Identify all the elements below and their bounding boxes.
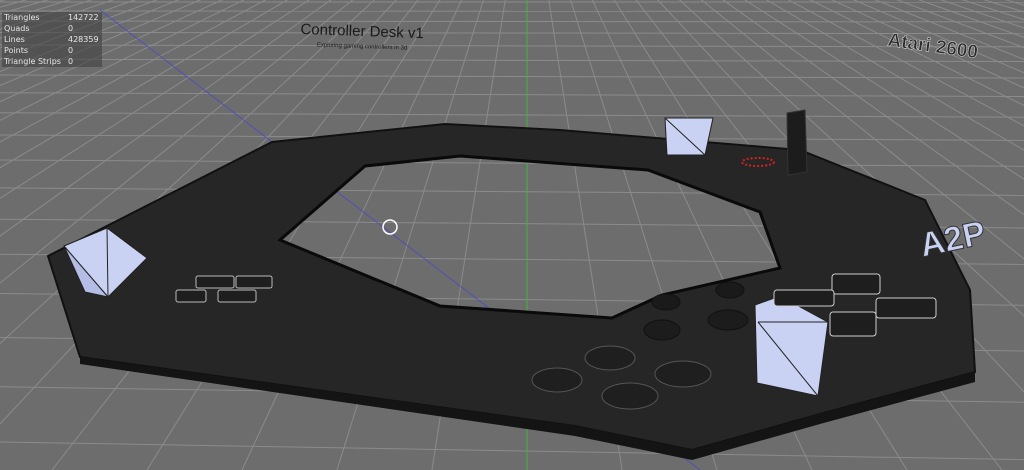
dpad-segment (831, 273, 881, 295)
pillar-body (786, 109, 808, 176)
stat-row: Quads 0 (4, 23, 100, 34)
face-button (601, 382, 659, 410)
stat-label: Triangle Strips (4, 57, 61, 66)
stat-row: Triangle Strips 0 (4, 56, 100, 67)
stat-value: 0 (68, 46, 74, 55)
face-button (584, 345, 636, 371)
stat-value: 0 (68, 57, 74, 66)
stat-row: Lines 428359 (4, 34, 100, 45)
scene-canvas[interactable]: Controller Desk v1 Exploring gaming cont… (0, 0, 1024, 470)
cube-face (664, 117, 714, 156)
dpad-segment (175, 289, 207, 303)
dpad-segment (217, 289, 257, 303)
stat-label: Quads (4, 24, 30, 33)
dpad-segment (773, 289, 835, 307)
stick-cap (715, 281, 745, 299)
face-button (654, 360, 712, 388)
face-button (531, 367, 583, 393)
dpad-segment (195, 275, 235, 289)
cube-back[interactable] (664, 117, 714, 156)
dpad-segment (829, 311, 877, 337)
stick-base (643, 319, 681, 341)
stat-label: Points (4, 46, 29, 55)
joystick-pillar[interactable] (786, 109, 808, 176)
3d-viewport[interactable]: Controller Desk v1 Exploring gaming cont… (0, 0, 1024, 470)
dpad-segment (235, 275, 273, 289)
stat-row: Points 0 (4, 45, 100, 56)
stat-value: 0 (68, 24, 74, 33)
stat-row: Triangles 142722 (4, 12, 100, 23)
stick-cap (651, 293, 681, 311)
dpad-segment (875, 297, 937, 319)
stat-value: 142722 (68, 13, 99, 22)
stat-label: Lines (4, 35, 25, 44)
stat-value: 428359 (68, 35, 99, 44)
stick-base (707, 309, 749, 331)
stats-overlay: Triangles 142722 Quads 0 Lines 428359 Point… (2, 12, 102, 67)
stat-label: Triangles (4, 13, 40, 22)
